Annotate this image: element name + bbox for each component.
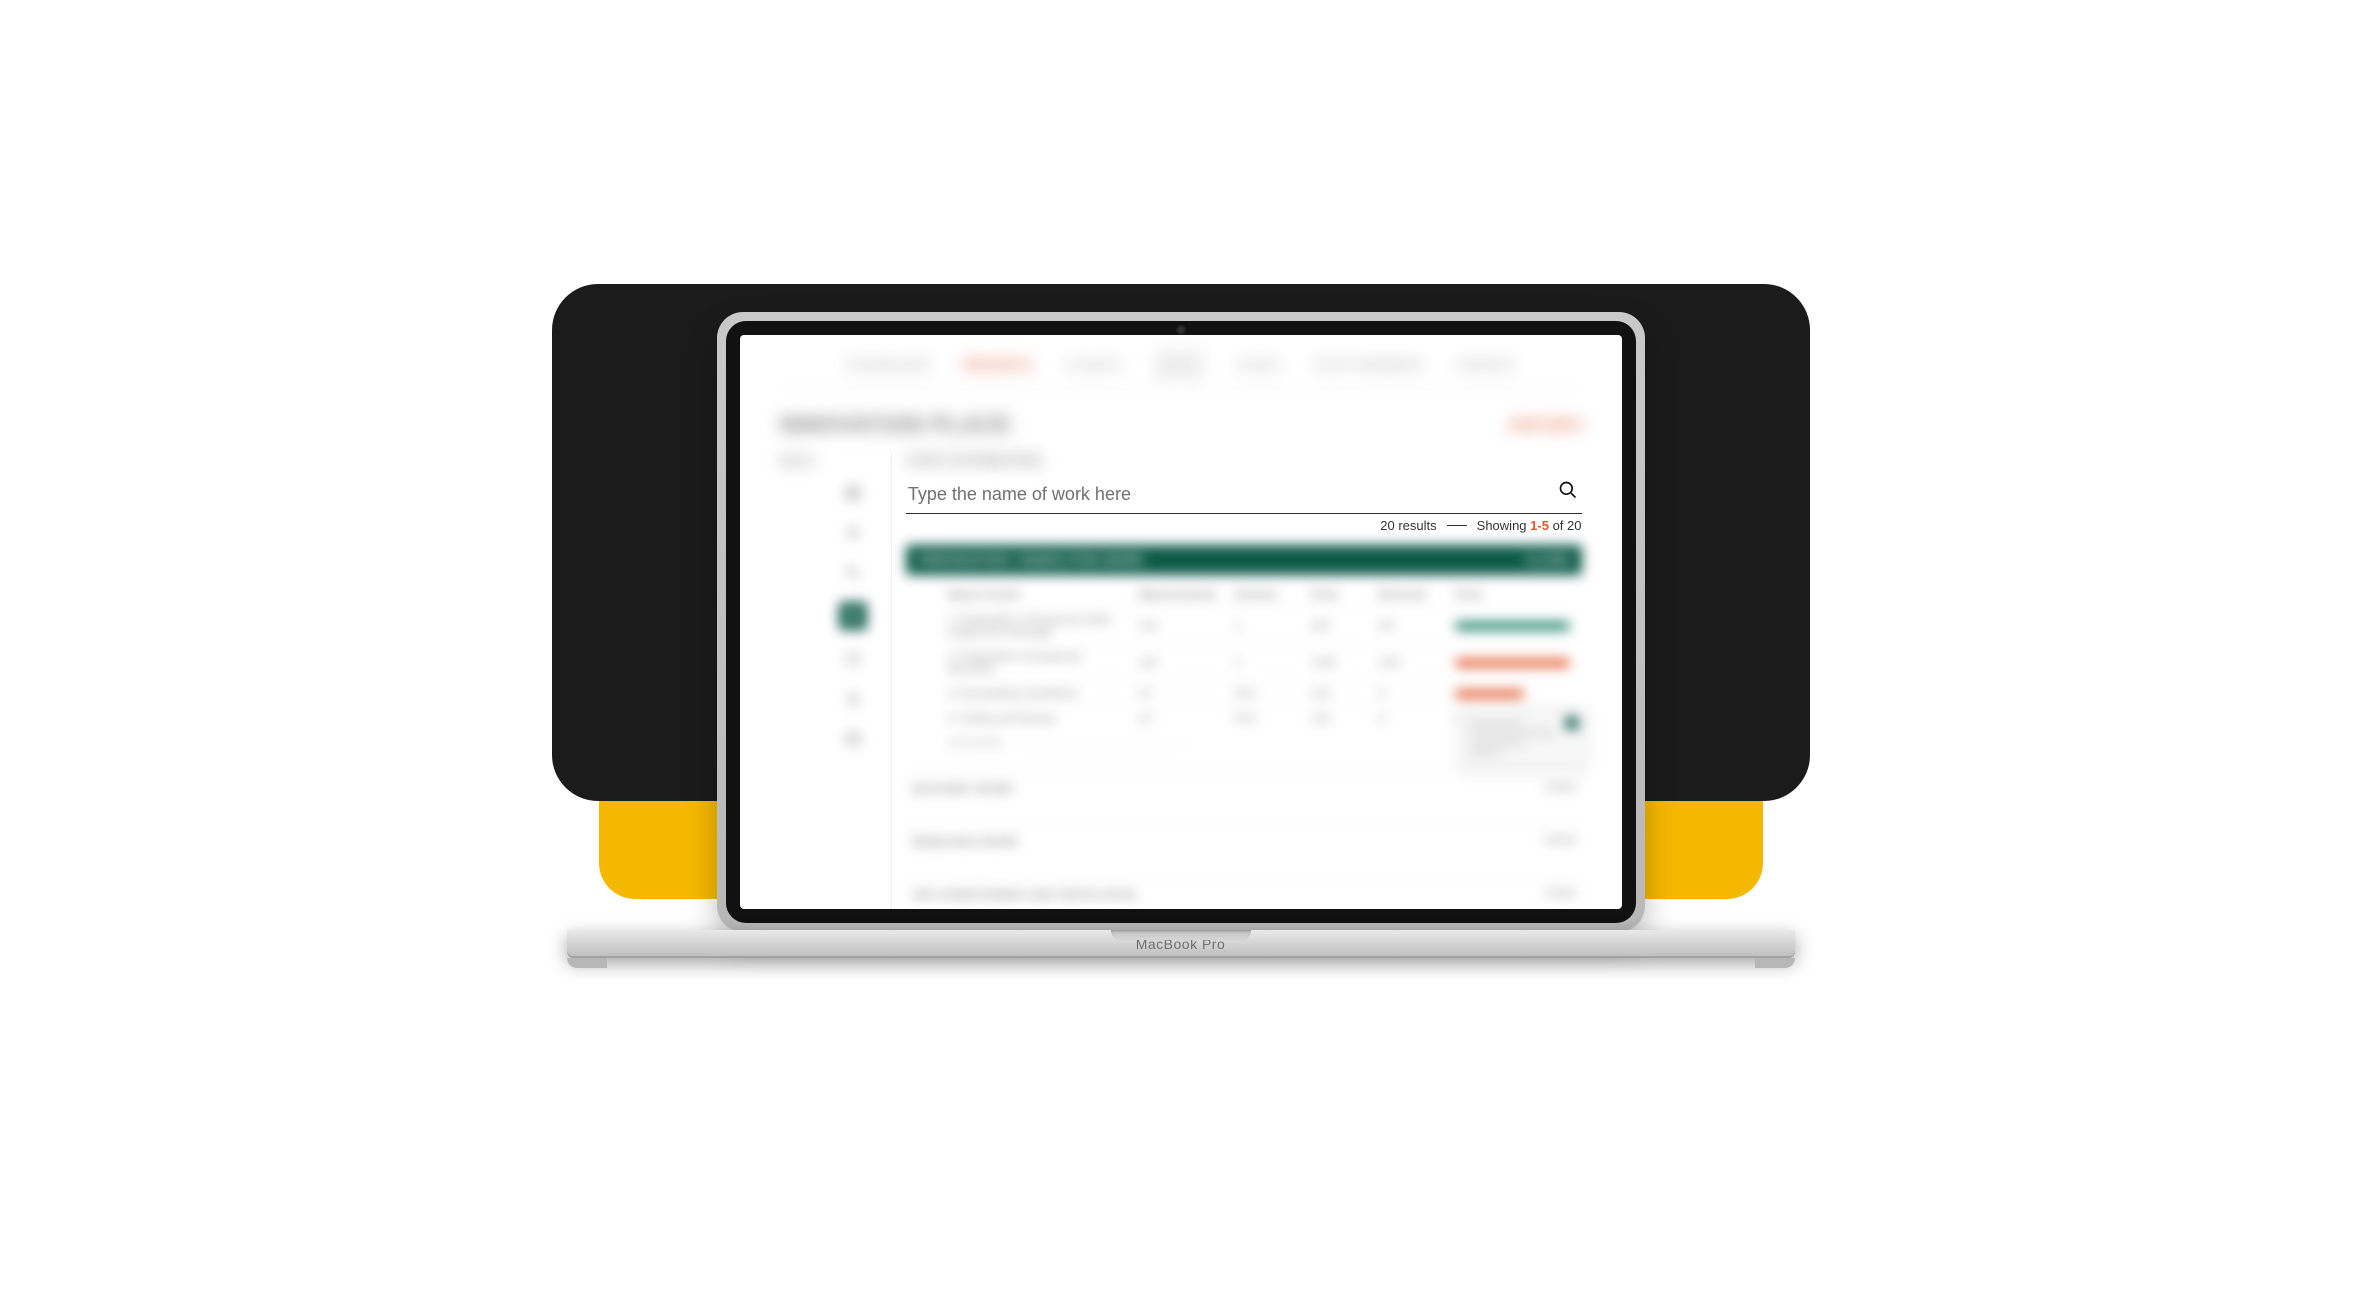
col-discount: Discount	[1378, 589, 1445, 601]
app-root: DASHBOARD PROJECTS CLIENTS LEADS STAFF M…	[740, 335, 1622, 909]
progress-bar[interactable]	[1455, 659, 1569, 667]
user-icon[interactable]	[842, 688, 864, 710]
laptop-deck: MacBook Pro	[567, 930, 1795, 958]
section-masonry[interactable]: MASONRY WORK Open	[906, 771, 1582, 806]
search-wrap	[906, 478, 1582, 514]
search-sidebar-icon[interactable]	[842, 562, 864, 584]
menu-label: MENU	[780, 454, 815, 909]
divider-icon	[1011, 743, 1191, 744]
list-icon[interactable]	[842, 522, 864, 544]
nav-finance[interactable]: FINANCE	[1457, 358, 1514, 372]
col-meas: Measurements	[1139, 589, 1225, 601]
showing-suffix: of 20	[1553, 518, 1582, 533]
progress-bar[interactable]	[1455, 690, 1524, 698]
page-title: INNOVATION PLACE	[780, 412, 1012, 438]
status-dot-icon	[1565, 716, 1579, 730]
shield-icon[interactable]	[842, 648, 864, 670]
col-amount: Amount	[1235, 589, 1302, 601]
nav-leads[interactable]: LEADS	[1237, 358, 1280, 372]
search-input[interactable]	[906, 478, 1582, 514]
popover-line	[1469, 730, 1555, 736]
screen: DASHBOARD PROJECTS CLIENTS LEADS STAFF M…	[740, 335, 1622, 909]
group-header[interactable]: PREPARATION / DEMOLITION WORK Close	[906, 545, 1582, 575]
search-icon[interactable]	[1558, 480, 1578, 500]
hinge-notch	[1111, 930, 1251, 940]
table-row: 1. Preparation of temporary water supply…	[948, 607, 1570, 644]
table-row: 3. Dismantling of partitions m² 39.0 120…	[948, 681, 1570, 706]
top-nav: DASHBOARD PROJECTS CLIENTS LEADS STAFF M…	[780, 347, 1582, 390]
section-ac-ventilation[interactable]: AIR CONDITIONING AND VENTILATION Open	[906, 877, 1582, 909]
nav-clients[interactable]: CLIENTS	[1066, 358, 1121, 372]
section-removing[interactable]: REMOVING WORK Open	[906, 824, 1582, 859]
nav-projects[interactable]: PROJECTS	[964, 358, 1033, 372]
showing-prefix: Showing	[1477, 518, 1527, 533]
nav-staff[interactable]: STAFF MEMBERS	[1314, 358, 1423, 372]
col-price: Price	[1311, 589, 1368, 601]
popover-title	[1469, 720, 1523, 726]
table-row: 2. Preparation of temporary electricity …	[948, 644, 1570, 681]
sidebar	[835, 452, 871, 909]
page-user-link[interactable]: JOHN SMITH	[1507, 418, 1581, 432]
document-icon[interactable]	[839, 602, 867, 630]
col-final: Price	[1455, 589, 1569, 601]
nav-dashboard[interactable]: DASHBOARD	[847, 358, 930, 372]
comments-label[interactable]: Comments	[948, 737, 1001, 749]
group-title: PREPARATION / DEMOLITION WORK	[918, 553, 1145, 567]
group-close[interactable]: Close	[1526, 553, 1570, 567]
popover-line	[1469, 750, 1501, 756]
results-count: 20 results	[1380, 518, 1436, 533]
col-name: Name of work	[948, 589, 1129, 601]
row-popover	[1458, 707, 1588, 769]
laptop-frame: DASHBOARD PROJECTS CLIENTS LEADS STAFF M…	[567, 312, 1795, 986]
showing-range: 1-5	[1530, 518, 1549, 533]
section-title: COST ESTIMATION	[906, 452, 1582, 468]
results-bar: 20 results Showing 1-5 of 20	[906, 518, 1582, 533]
calendar-icon[interactable]	[842, 728, 864, 750]
dashboard-icon[interactable]	[842, 482, 864, 504]
logo	[1155, 351, 1203, 379]
divider-icon	[1447, 525, 1467, 526]
camera-dot	[1178, 327, 1184, 333]
progress-bar[interactable]	[1455, 622, 1569, 630]
popover-line	[1469, 740, 1523, 746]
